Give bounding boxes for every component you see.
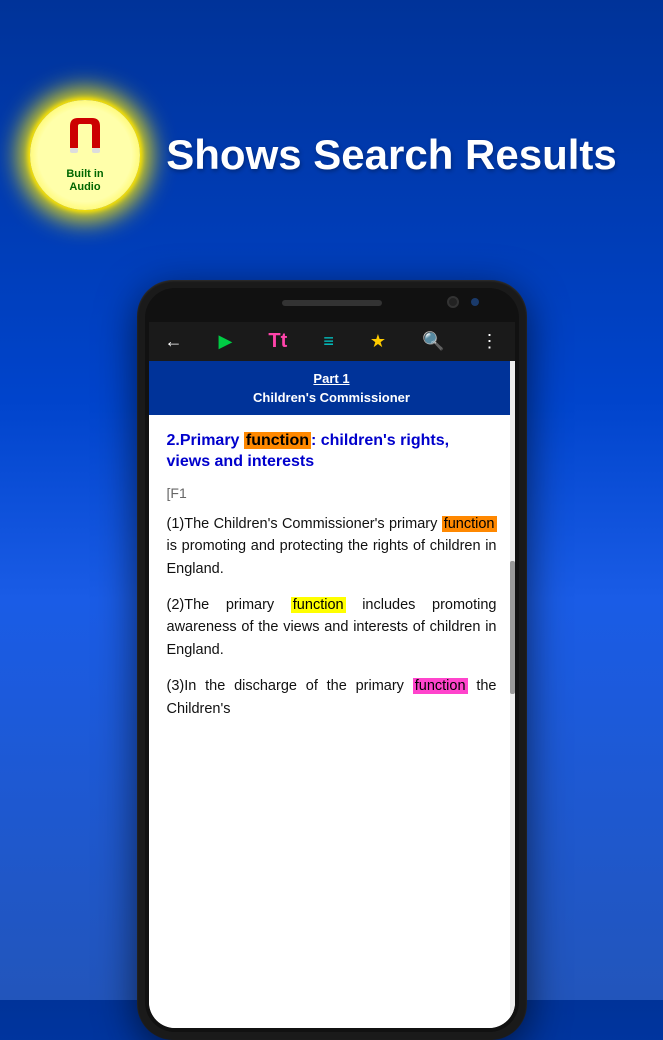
logo-text: Built in Audio bbox=[66, 168, 103, 194]
magnet-icon bbox=[60, 116, 110, 166]
section-subtitle: Children's Commissioner bbox=[161, 390, 503, 405]
logo: Built in Audio bbox=[30, 100, 140, 210]
list-icon[interactable]: ≡ bbox=[323, 331, 334, 352]
para3-text-before: In the discharge of the primary bbox=[184, 678, 413, 694]
phone-device: ← ▶ Tt ≡ ★ 🔍 ⋮ Part 1 Children's Commiss… bbox=[137, 280, 527, 1040]
para2-text-before: The primary bbox=[184, 597, 291, 613]
para1-text-after: is promoting and protecting the rights o… bbox=[167, 538, 497, 576]
paragraph-2: (2)The primary function includes promoti… bbox=[167, 594, 497, 661]
para2-label: (2) bbox=[167, 597, 185, 613]
article-heading: 2.Primary function: children's rights, v… bbox=[167, 431, 497, 473]
phone-speaker bbox=[282, 300, 382, 306]
article-title-highlight: function bbox=[244, 432, 311, 449]
play-icon[interactable]: ▶ bbox=[219, 331, 233, 352]
phone-body: ← ▶ Tt ≡ ★ 🔍 ⋮ Part 1 Children's Commiss… bbox=[137, 280, 527, 1040]
paragraph-3: (3)In the discharge of the primary funct… bbox=[167, 675, 497, 720]
page-title: Shows Search Results bbox=[140, 132, 633, 178]
para1-label: (1) bbox=[167, 516, 185, 532]
paragraph-1: (1)The Children's Commissioner's primary… bbox=[167, 513, 497, 580]
section-header: Part 1 Children's Commissioner bbox=[149, 361, 515, 415]
article-title-before: Primary bbox=[180, 432, 244, 449]
bookmark-icon[interactable]: ★ bbox=[370, 331, 386, 352]
search-icon[interactable]: 🔍 bbox=[422, 331, 444, 352]
part-title: Part 1 bbox=[161, 371, 503, 386]
toolbar: ← ▶ Tt ≡ ★ 🔍 ⋮ bbox=[149, 322, 515, 361]
para3-label: (3) bbox=[167, 678, 185, 694]
para1-highlight: function bbox=[442, 516, 497, 532]
article-number: 2. bbox=[167, 432, 180, 449]
f1-bracket: [F1 bbox=[167, 485, 497, 501]
phone-screen: ← ▶ Tt ≡ ★ 🔍 ⋮ Part 1 Children's Commiss… bbox=[149, 322, 515, 1028]
more-icon[interactable]: ⋮ bbox=[481, 331, 499, 352]
phone-inner: ← ▶ Tt ≡ ★ 🔍 ⋮ Part 1 Children's Commiss… bbox=[145, 288, 519, 1032]
phone-camera bbox=[447, 296, 459, 308]
content-area: Part 1 Children's Commissioner 2.Primary… bbox=[149, 361, 515, 1028]
text-size-icon[interactable]: Tt bbox=[268, 330, 287, 353]
back-icon[interactable]: ← bbox=[165, 331, 183, 352]
scrollbar[interactable] bbox=[510, 361, 515, 1028]
header: Built in Audio Shows Search Results bbox=[0, 0, 663, 310]
para1-text-before: The Children's Commissioner's primary bbox=[184, 516, 441, 532]
scrollbar-thumb[interactable] bbox=[510, 561, 515, 694]
phone-sensor bbox=[471, 298, 479, 306]
para2-highlight: function bbox=[291, 597, 346, 613]
para3-highlight: function bbox=[413, 678, 468, 694]
